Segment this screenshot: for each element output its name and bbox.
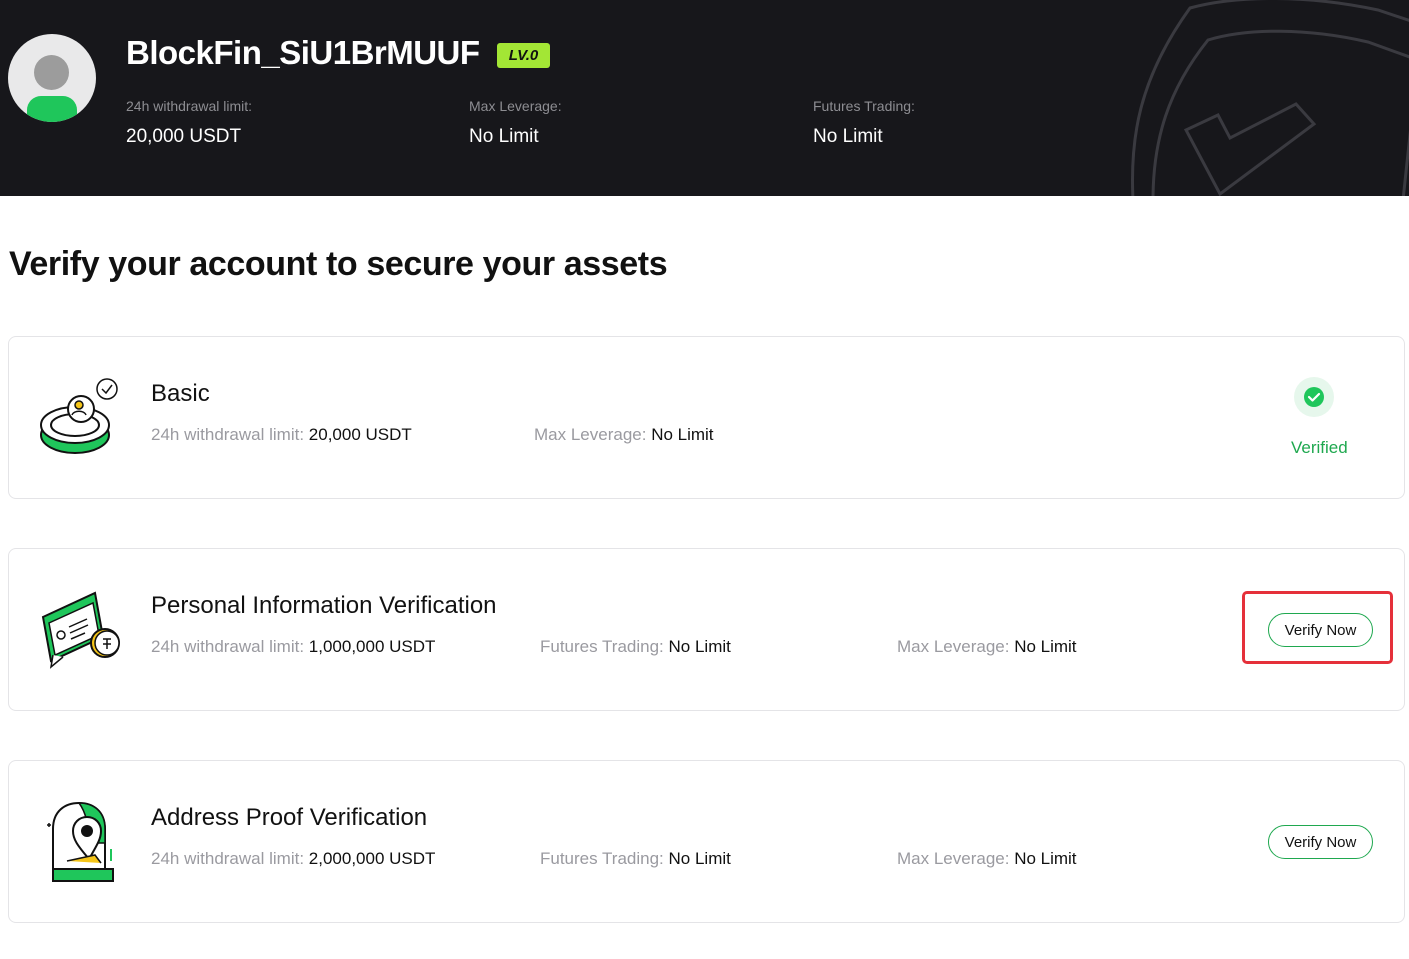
card-stat-leverage: Max Leverage: No Limit — [534, 425, 714, 445]
verification-card-address-proof: Address Proof Verification 24h withdrawa… — [8, 760, 1405, 923]
avatar[interactable] — [8, 34, 96, 122]
card-stat-label: Max Leverage: — [897, 849, 1010, 868]
verified-status: Verified — [1291, 438, 1348, 457]
profile-header: BlockFin_SiU1BrMUUF LV.0 24h withdrawal … — [0, 0, 1409, 196]
card-stat-leverage: Max Leverage: No Limit — [897, 849, 1077, 869]
card-stat-value: No Limit — [1014, 849, 1077, 868]
card-stat-value: 2,000,000 USDT — [308, 849, 436, 868]
card-stat-leverage: Max Leverage: No Limit — [897, 637, 1077, 657]
header-stat-value: 20,000 USDT — [126, 126, 242, 147]
card-stat-label: 24h withdrawal limit: — [151, 637, 305, 656]
card-stat-value: No Limit — [668, 849, 731, 868]
card-stat-withdrawal: 24h withdrawal limit: 20,000 USDT — [151, 425, 412, 445]
card-stat-value: No Limit — [651, 425, 714, 444]
card-title: Address Proof Verification — [151, 804, 428, 831]
header-stat-value: No Limit — [469, 126, 539, 147]
card-stat-label: Futures Trading: — [540, 637, 664, 656]
header-stat-withdrawal: 24h withdrawal limit: 20,000 USDT — [126, 98, 252, 148]
card-stat-withdrawal: 24h withdrawal limit: 1,000,000 USDT — [151, 637, 435, 657]
header-stat-value: No Limit — [813, 126, 883, 147]
shield-watermark-icon — [1130, 0, 1409, 196]
location-pin-icon — [47, 801, 114, 882]
id-card-icon — [41, 591, 120, 669]
card-stat-withdrawal: 24h withdrawal limit: 2,000,000 USDT — [151, 849, 435, 869]
card-stat-label: 24h withdrawal limit: — [151, 849, 305, 868]
verification-card-personal-info: Personal Information Verification 24h wi… — [8, 548, 1405, 711]
header-stat-label: Max Leverage: — [469, 98, 562, 114]
header-stat-futures: Futures Trading: No Limit — [813, 98, 915, 148]
card-stat-futures: Futures Trading: No Limit — [540, 637, 731, 657]
card-title: Personal Information Verification — [151, 592, 497, 619]
header-stat-label: 24h withdrawal limit: — [126, 98, 253, 114]
verified-check-icon — [1294, 377, 1334, 417]
card-title: Basic — [151, 380, 210, 407]
header-stat-leverage: Max Leverage: No Limit — [469, 98, 562, 148]
page-title: Verify your account to secure your asset… — [9, 245, 668, 283]
level-badge: LV.0 — [497, 43, 550, 68]
username: BlockFin_SiU1BrMUUF — [126, 34, 480, 71]
coin-user-icon — [40, 378, 118, 454]
verification-card-basic: Basic 24h withdrawal limit: 20,000 USDT … — [8, 336, 1405, 499]
header-stat-label: Futures Trading: — [813, 98, 915, 114]
card-stat-label: Futures Trading: — [540, 849, 664, 868]
card-stat-futures: Futures Trading: No Limit — [540, 849, 731, 869]
avatar-head — [34, 55, 69, 90]
card-stat-value: No Limit — [1014, 637, 1077, 656]
card-stat-label: 24h withdrawal limit: — [151, 425, 305, 444]
card-stat-label: Max Leverage: — [534, 425, 647, 444]
card-stat-value: 1,000,000 USDT — [308, 637, 436, 656]
verify-now-button[interactable]: Verify Now — [1268, 613, 1373, 647]
card-stat-label: Max Leverage: — [897, 637, 1010, 656]
card-stat-value: 20,000 USDT — [308, 425, 412, 444]
card-stat-value: No Limit — [668, 637, 731, 656]
avatar-body — [27, 96, 77, 122]
verify-now-button[interactable]: Verify Now — [1268, 825, 1373, 859]
